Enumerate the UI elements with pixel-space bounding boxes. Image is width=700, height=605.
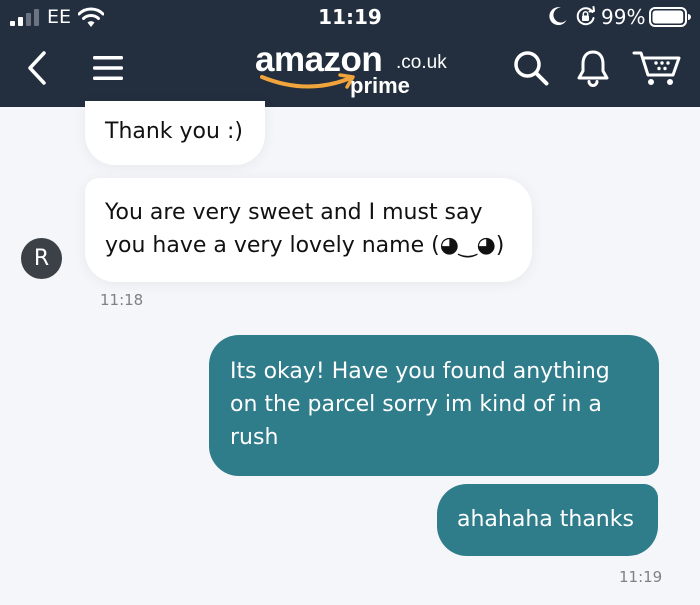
message-bubble-incoming: You are very sweet and I must say you ha…	[85, 178, 532, 282]
search-icon[interactable]	[512, 49, 550, 87]
menu-icon[interactable]	[91, 53, 125, 83]
battery-percentage: 99%	[601, 5, 646, 29]
logo-domain: .co.uk	[396, 52, 447, 73]
logo-smile-arrow	[260, 73, 355, 89]
battery-icon	[649, 7, 691, 27]
amazon-prime-logo[interactable]: amazon .co.uk prime	[255, 40, 455, 100]
logo-prime: prime	[350, 73, 410, 98]
rotation-lock-icon	[576, 6, 595, 26]
back-icon[interactable]	[22, 50, 52, 86]
message-bubble-incoming: Thank you :)	[85, 101, 265, 165]
message-timestamp: 11:18	[100, 291, 144, 309]
app-header: EE 11:19 99% amazon .co.uk prime	[0, 0, 700, 107]
message-bubble-outgoing: Its okay! Have you found anything on the…	[209, 335, 659, 476]
message-timestamp: 11:19	[619, 568, 663, 586]
bell-icon[interactable]	[575, 48, 611, 88]
status-bar: EE 11:19 99%	[0, 0, 700, 36]
cart-icon[interactable]	[632, 48, 682, 88]
message-bubble-outgoing: ahahaha thanks	[437, 484, 658, 556]
sender-avatar: R	[21, 238, 62, 279]
moon-icon	[549, 7, 567, 26]
